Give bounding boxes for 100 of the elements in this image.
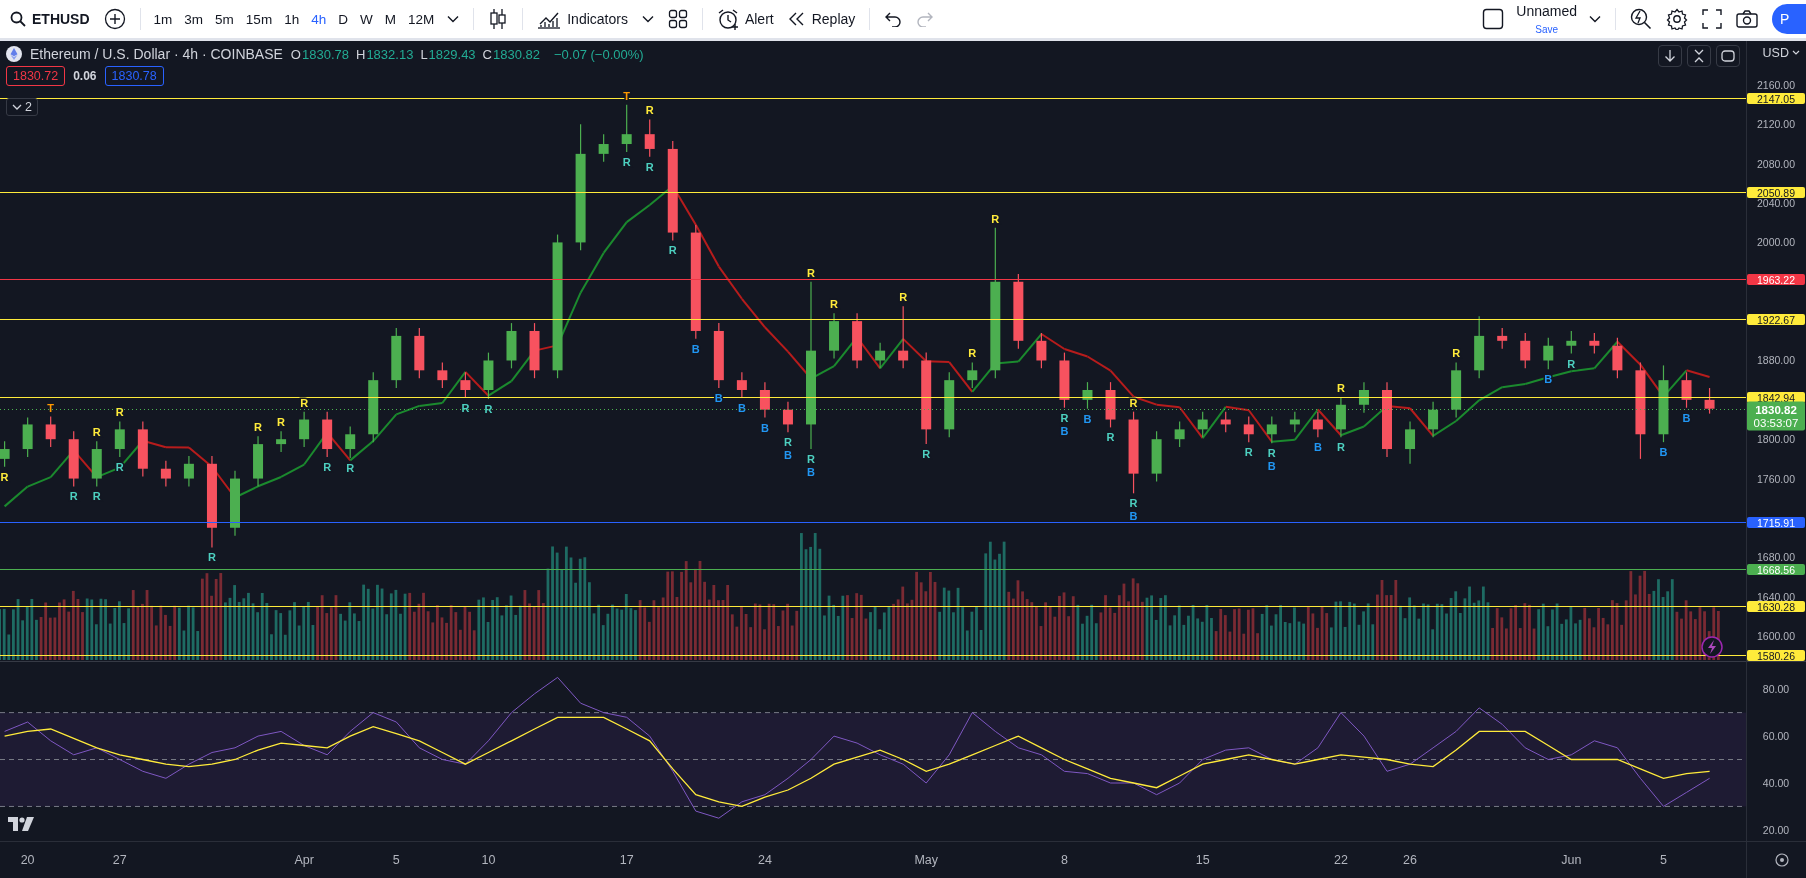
signal-label: B: [1544, 373, 1553, 386]
time-tick-label: 26: [1403, 853, 1417, 867]
candle: [437, 361, 448, 389]
fullscreen-icon: [1702, 9, 1722, 29]
signal-label: R: [300, 396, 309, 409]
signal-label: R: [115, 406, 124, 419]
price-tick-label: 1680.00: [1757, 551, 1795, 564]
time-tick-label: 15: [1195, 853, 1210, 867]
interval-button[interactable]: 5m: [210, 4, 239, 34]
signal-label: R: [784, 436, 792, 449]
signal-label: T: [47, 401, 55, 414]
indicators-collapse-button[interactable]: 2: [6, 98, 38, 116]
grid-icon: [667, 9, 688, 29]
interval-button[interactable]: D: [333, 4, 353, 34]
signal-label: R: [1060, 411, 1069, 424]
ref-line-label: 2147.05: [1757, 92, 1796, 105]
price-tick-label: 1880.00: [1757, 354, 1795, 367]
interval-button[interactable]: 4h: [306, 4, 332, 34]
candle: [22, 416, 33, 458]
candle: [1474, 315, 1485, 379]
ohlc-value: 1832.13: [366, 46, 414, 62]
candle: [1589, 332, 1600, 355]
signal-label: R: [346, 461, 355, 474]
ohlc-value: 1830.78: [302, 46, 349, 62]
candle: [1612, 337, 1623, 379]
redo-icon: [916, 11, 935, 27]
chevron-down-icon: [1589, 15, 1601, 23]
rewind-icon: [787, 12, 806, 26]
collapse-pane-button[interactable]: [1687, 45, 1711, 67]
candle: [1036, 332, 1047, 369]
price-tick-label: 1600.00: [1757, 630, 1795, 642]
interval-button[interactable]: 12M: [402, 4, 440, 34]
signal-label: R: [1129, 497, 1138, 510]
interval-button[interactable]: W: [354, 4, 378, 34]
candle: [782, 401, 793, 433]
scroll-down-button[interactable]: [1658, 45, 1682, 67]
interval-button[interactable]: M: [379, 4, 401, 34]
candle: [1243, 415, 1254, 443]
signal-label: R: [991, 212, 1000, 225]
candle: [322, 411, 333, 458]
interval-button[interactable]: 15m: [240, 4, 278, 34]
candle: [598, 133, 609, 163]
signal-label: B: [1267, 460, 1276, 473]
price-change: −0.07 (−0.00%): [554, 46, 644, 62]
candle: [1497, 327, 1508, 350]
buy-price-button[interactable]: 1830.78: [104, 66, 164, 86]
last-price-label: 1830.82: [1755, 403, 1797, 416]
candle: [1405, 420, 1416, 465]
signal-label: B: [691, 342, 700, 355]
price-badge: 1580.26: [1747, 649, 1805, 661]
candle: [1197, 411, 1208, 438]
layout-name-button[interactable]: Unnamed Save: [1512, 4, 1581, 34]
ohlc-key: O: [290, 46, 301, 62]
candle: [621, 104, 632, 153]
user-avatar[interactable]: P: [1772, 4, 1806, 34]
signal-label: B: [1659, 446, 1668, 459]
lightning-icon[interactable]: [1701, 636, 1723, 658]
alert-button[interactable]: Alert: [710, 4, 780, 34]
candlestick-icon: [488, 8, 509, 30]
signal-label: R: [461, 401, 470, 414]
sell-price-button[interactable]: 1830.72: [6, 66, 66, 86]
time-tick-label: 10: [481, 853, 496, 867]
signal-label: R: [807, 453, 815, 466]
rounded-square-icon: [1721, 50, 1735, 62]
plus-icon: [103, 8, 126, 30]
signal-label: R: [254, 421, 262, 434]
signal-label: R: [1267, 447, 1276, 460]
price-tick-label: 1640.00: [1757, 590, 1795, 603]
indicators-button[interactable]: Indicators: [531, 4, 634, 34]
signal-label: R: [208, 551, 216, 564]
symbol-search[interactable]: ETHUSD: [4, 4, 96, 34]
signal-label: R: [0, 470, 9, 483]
rsi-tick-label: 80.00: [1762, 683, 1790, 696]
candle: [68, 430, 79, 488]
signal-label: R: [69, 490, 78, 503]
ohlc-value: 1829.43: [428, 46, 476, 62]
interval-button[interactable]: 1m: [148, 4, 178, 34]
ethereum-logo-icon: [6, 46, 22, 62]
signal-label: B: [1682, 411, 1691, 424]
ohlc-key: C: [482, 46, 492, 62]
interval-button[interactable]: 3m: [179, 4, 209, 34]
camera-icon: [1736, 10, 1758, 28]
candle: [1266, 415, 1277, 444]
signal-label: R: [1129, 396, 1138, 409]
currency-button[interactable]: USD: [1762, 46, 1800, 60]
ohlc-key: H: [356, 46, 366, 62]
maximize-pane-button[interactable]: [1716, 45, 1740, 67]
interval-button[interactable]: 1h: [279, 4, 305, 34]
time-tick-label: 24: [757, 853, 772, 867]
candle: [45, 415, 56, 448]
replay-button[interactable]: Replay: [781, 4, 862, 34]
auto-scale-icon[interactable]: [1775, 853, 1789, 867]
candle: [644, 118, 655, 158]
rsi-tick-label: 60.00: [1762, 730, 1790, 743]
candle: [1059, 352, 1070, 409]
candle: [898, 305, 909, 369]
signal-label: R: [668, 244, 677, 257]
signal-label: R: [1336, 441, 1345, 454]
arrow-down-icon: [1664, 49, 1676, 63]
signal-label: B: [784, 449, 792, 462]
